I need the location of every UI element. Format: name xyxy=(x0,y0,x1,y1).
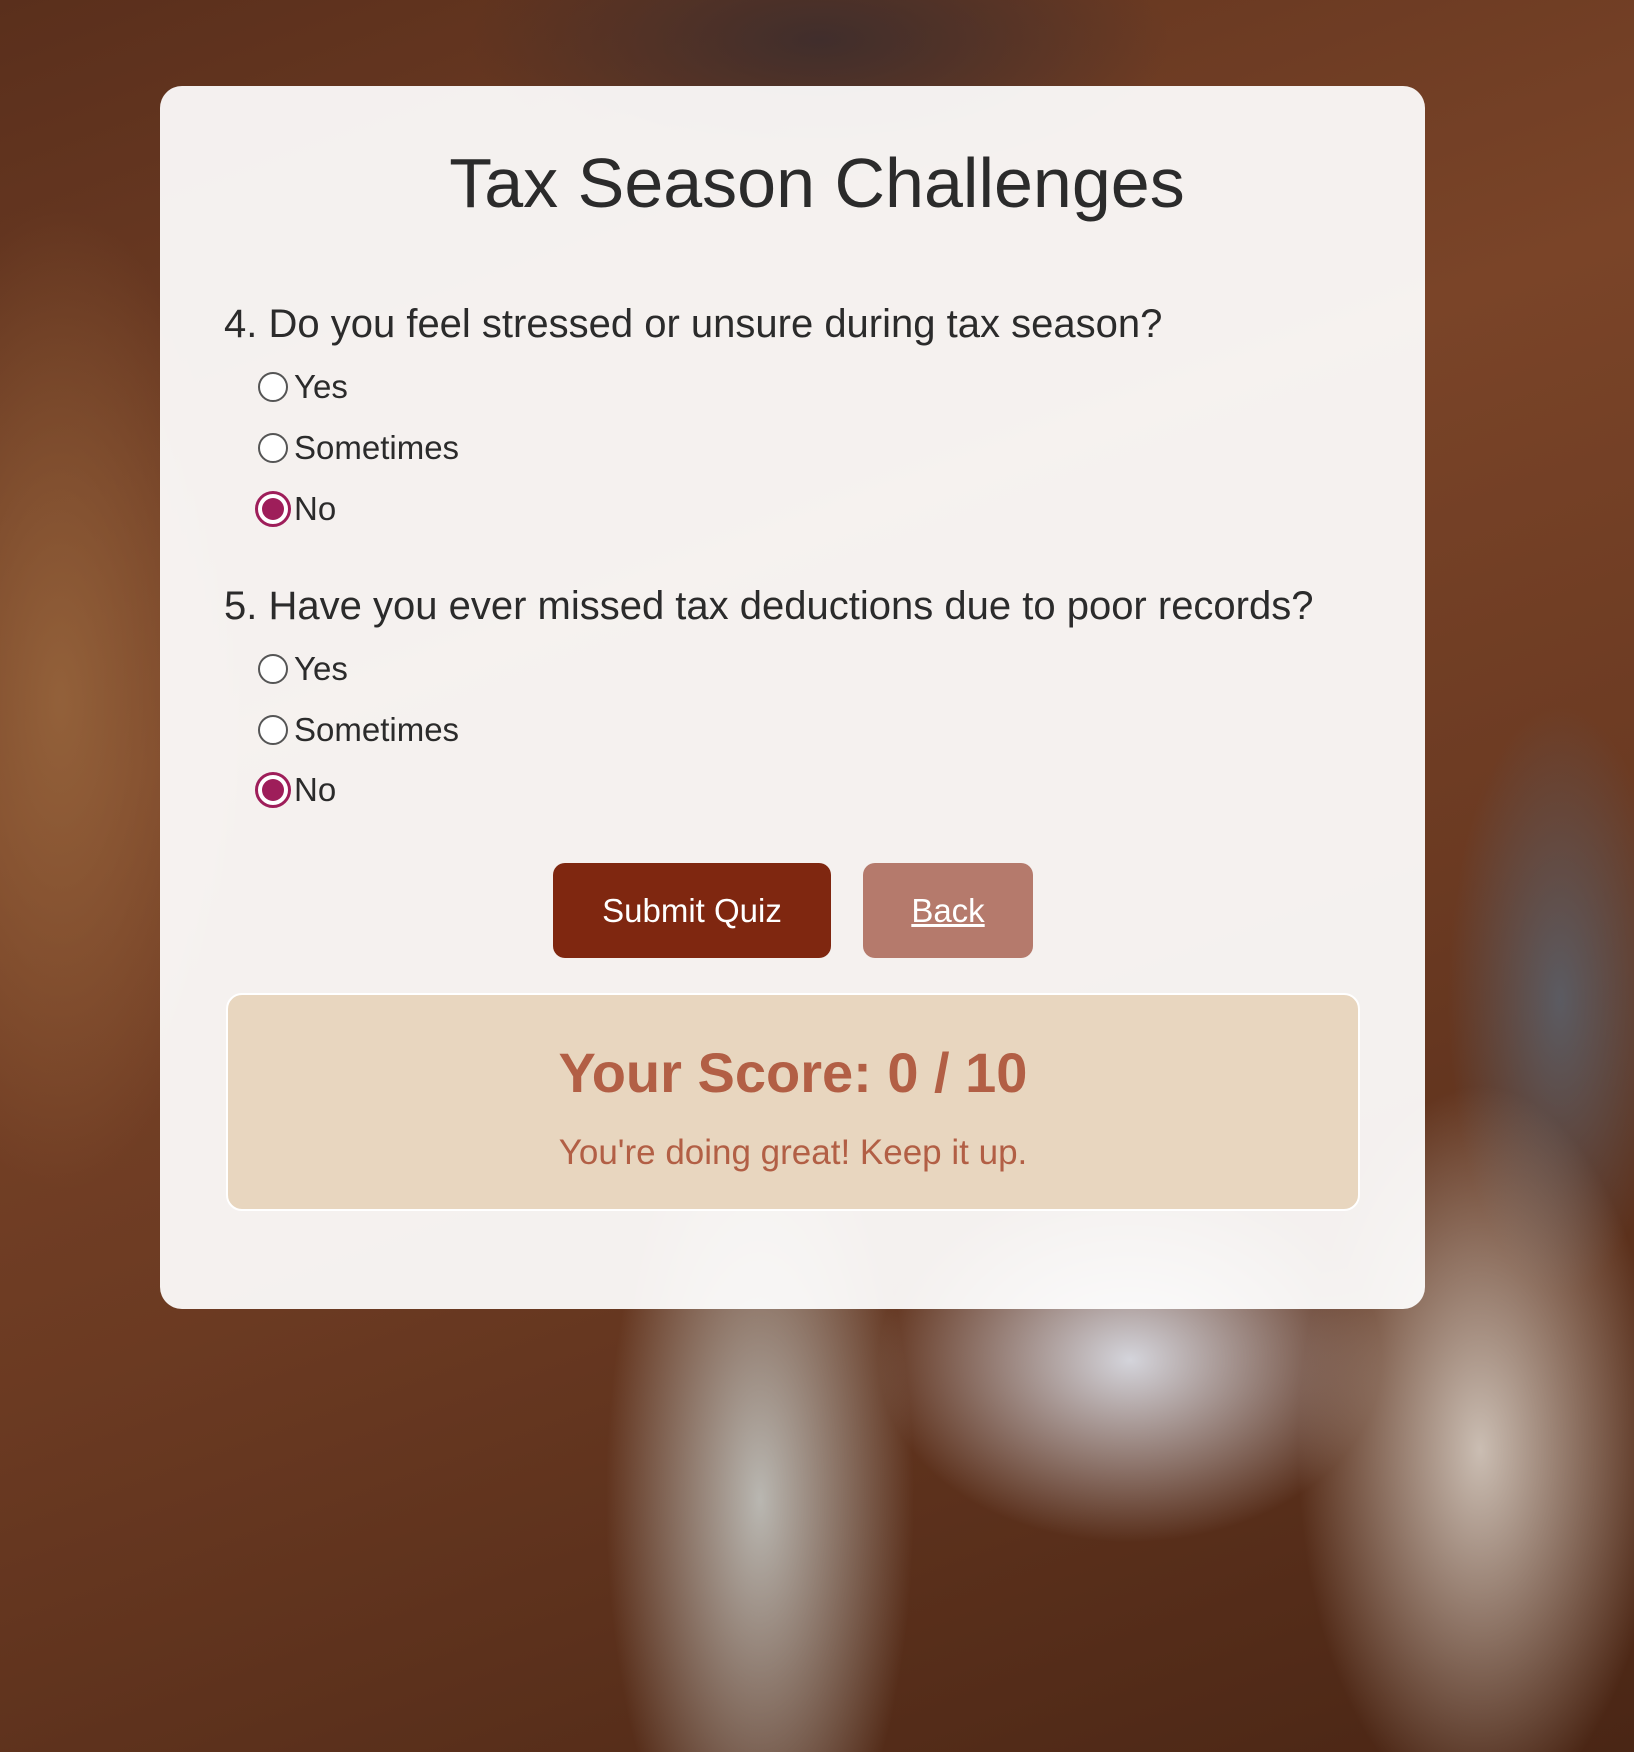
question-5-text: 5. Have you ever missed tax deductions d… xyxy=(224,584,1314,628)
option-label: No xyxy=(294,490,337,527)
option-label: Yes xyxy=(294,650,348,687)
q5-option-yes[interactable]: Yes xyxy=(258,649,348,689)
question-4-text: 4. Do you feel stressed or unsure during… xyxy=(224,302,1163,346)
option-label: Sometimes xyxy=(294,429,460,466)
score-result-box: Your Score: 0 / 10 You're doing great! K… xyxy=(226,993,1360,1211)
radio-icon[interactable] xyxy=(258,715,288,745)
radio-icon[interactable] xyxy=(258,433,288,463)
radio-icon[interactable] xyxy=(258,654,288,684)
radio-checked-icon[interactable] xyxy=(255,772,291,808)
option-label: No xyxy=(294,771,337,808)
q4-option-yes[interactable]: Yes xyxy=(258,367,348,407)
q4-option-no[interactable]: No xyxy=(255,489,337,529)
score-message: You're doing great! Keep it up. xyxy=(558,1133,1028,1172)
radio-icon[interactable] xyxy=(258,372,288,402)
option-label: Sometimes xyxy=(294,711,460,748)
option-label: Yes xyxy=(294,368,348,405)
q5-option-sometimes[interactable]: Sometimes xyxy=(258,710,459,750)
page-title: Tax Season Challenges xyxy=(449,144,1185,222)
back-link-button[interactable]: Back xyxy=(863,863,1033,958)
radio-checked-icon[interactable] xyxy=(255,491,291,527)
submit-quiz-button[interactable]: Submit Quiz xyxy=(553,863,831,958)
q5-option-no[interactable]: No xyxy=(255,770,337,810)
score-text: Your Score: 0 / 10 xyxy=(558,1041,1028,1104)
q4-option-sometimes[interactable]: Sometimes xyxy=(258,428,459,468)
